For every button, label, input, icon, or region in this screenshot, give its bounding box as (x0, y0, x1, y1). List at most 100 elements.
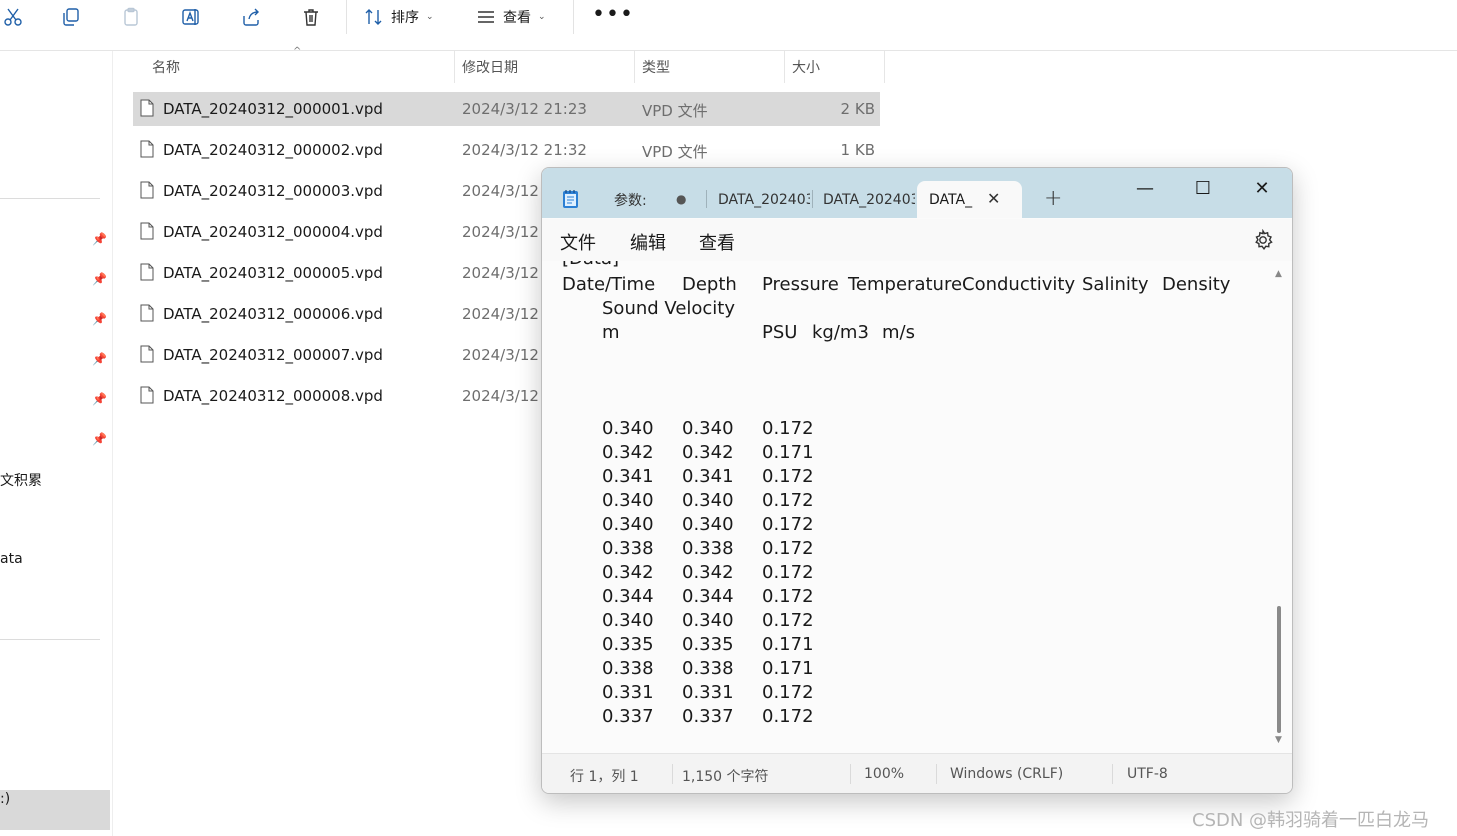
file-name: DATA_20240312_000004.vpd (163, 223, 383, 241)
data-cell: 0.340 (682, 418, 734, 439)
data-cell: 0.342 (682, 562, 734, 583)
nav-item-selected[interactable] (0, 790, 110, 830)
paste-icon[interactable] (118, 4, 144, 30)
tab-active[interactable]: DATA_ (917, 181, 1022, 218)
tab-data-file[interactable]: DATA_202403 (718, 181, 810, 218)
minimize-button[interactable]: — (1130, 176, 1160, 200)
gear-icon[interactable] (1252, 229, 1274, 251)
menu-view[interactable]: 查看 (699, 229, 735, 255)
nav-divider (0, 198, 100, 199)
data-cell: 0.338 (682, 658, 734, 679)
file-date: 2024/3/12 (462, 223, 539, 241)
column-header-date[interactable]: 修改日期 (462, 51, 518, 83)
char-count: 1,150 个字符 (682, 769, 769, 785)
pin-icon[interactable]: 📌 (92, 312, 107, 326)
file-date: 2024/3/12 (462, 305, 539, 323)
column-divider[interactable] (784, 51, 785, 83)
file-size: 2 KB (840, 100, 875, 118)
file-name: DATA_20240312_000006.vpd (163, 305, 383, 323)
tab-data-file[interactable]: DATA_202403 (823, 181, 915, 218)
nav-item-label[interactable]: 文积累 (0, 470, 42, 490)
file-size: 1 KB (840, 141, 875, 159)
scissors-icon[interactable] (0, 4, 26, 30)
nav-item-label[interactable]: :) (0, 791, 10, 807)
more-options-button[interactable]: ••• (592, 2, 634, 27)
column-divider[interactable] (884, 51, 885, 83)
toolbar-divider (346, 0, 347, 34)
zoom-level[interactable]: 100% (864, 766, 904, 782)
nav-divider (0, 639, 100, 640)
column-header-text: Pressure (762, 274, 839, 295)
pin-icon[interactable]: 📌 (92, 232, 107, 246)
file-name: DATA_20240312_000002.vpd (163, 141, 383, 159)
view-list-icon (478, 11, 494, 23)
data-cell: 0.342 (602, 442, 654, 463)
column-header-text: Sound Velocity (602, 298, 736, 319)
scroll-down-arrow-icon[interactable]: ▼ (1275, 735, 1282, 745)
status-divider (936, 764, 937, 784)
close-window-button[interactable]: ✕ (1247, 176, 1277, 200)
notepad-titlebar[interactable]: 参数: ● DATA_202403 DATA_202403 DATA_ ✕ + … (542, 168, 1292, 218)
menu-edit[interactable]: 编辑 (630, 229, 666, 255)
unit-text: kg/m3 (812, 322, 869, 343)
file-type: VPD 文件 (642, 102, 708, 120)
line-ending[interactable]: Windows (CRLF) (950, 766, 1063, 782)
sort-icon (365, 9, 382, 25)
pin-icon[interactable]: 📌 (92, 352, 107, 366)
toolbar-divider (573, 0, 574, 34)
copy-icon[interactable] (58, 4, 84, 30)
trash-icon[interactable] (298, 4, 324, 30)
data-cell: 0.340 (682, 490, 734, 511)
data-cell: 0.172 (762, 610, 814, 631)
data-cell: 0.171 (762, 634, 814, 655)
new-tab-button[interactable]: + (1044, 186, 1062, 211)
pin-icon[interactable]: 📌 (92, 272, 107, 286)
tab-divider (706, 190, 707, 208)
unit-text: m (602, 322, 620, 343)
notepad-menubar: 文件 编辑 查看 (542, 219, 1292, 261)
unsaved-indicator-icon: ● (676, 192, 687, 206)
data-cell: 0.335 (682, 634, 734, 655)
close-tab-icon[interactable]: ✕ (987, 189, 1000, 208)
view-button[interactable]: 查看 ⌄ (476, 4, 546, 30)
file-icon (140, 222, 154, 240)
text-editor-area[interactable]: [Data] Date/Time Depth Pressure Temperat… (542, 261, 1292, 753)
file-icon (140, 99, 154, 117)
explorer-toolbar: 排序 ⌄ 查看 ⌄ ••• (0, 0, 1457, 51)
share-icon[interactable] (238, 4, 264, 30)
sort-ascending-icon: ^ (293, 46, 302, 57)
scroll-up-arrow-icon[interactable]: ▲ (1275, 269, 1282, 279)
column-header-type[interactable]: 类型 (642, 51, 670, 83)
menu-file[interactable]: 文件 (560, 229, 596, 255)
data-cell: 0.341 (682, 466, 734, 487)
pin-icon[interactable]: 📌 (92, 432, 107, 446)
column-divider[interactable] (634, 51, 635, 83)
pin-icon[interactable]: 📌 (92, 392, 107, 406)
file-icon (140, 181, 154, 199)
sort-button[interactable]: 排序 ⌄ (364, 4, 434, 30)
data-cell: 0.337 (682, 706, 734, 727)
column-divider[interactable] (454, 51, 455, 83)
data-cell: 0.172 (762, 490, 814, 511)
encoding[interactable]: UTF-8 (1127, 766, 1168, 782)
tab-params[interactable]: 参数: (614, 181, 674, 218)
column-header-name[interactable]: 名称 (152, 51, 180, 83)
view-label: 查看 (503, 10, 531, 26)
rename-icon[interactable] (178, 4, 204, 30)
notepad-statusbar: 行 1，列 1 1,150 个字符 100% Windows (CRLF) UT… (542, 753, 1292, 793)
unit-text: PSU (762, 322, 798, 343)
tab-divider (812, 190, 813, 208)
data-cell: 0.172 (762, 538, 814, 559)
file-row[interactable]: DATA_20240312_000002.vpd 2024/3/12 21:32… (133, 133, 880, 167)
data-cell: 0.340 (602, 490, 654, 511)
status-divider (672, 764, 673, 784)
nav-item-label[interactable]: ata (0, 551, 23, 567)
column-header-size[interactable]: 大小 (792, 51, 820, 83)
chevron-down-icon: ⌄ (538, 12, 546, 22)
data-cell: 0.172 (762, 706, 814, 727)
data-cell: 0.172 (762, 682, 814, 703)
file-icon (140, 140, 154, 158)
scrollbar-thumb[interactable] (1277, 606, 1281, 733)
maximize-button[interactable]: ☐ (1188, 176, 1218, 200)
file-row[interactable]: DATA_20240312_000001.vpd 2024/3/12 21:23… (133, 92, 880, 126)
